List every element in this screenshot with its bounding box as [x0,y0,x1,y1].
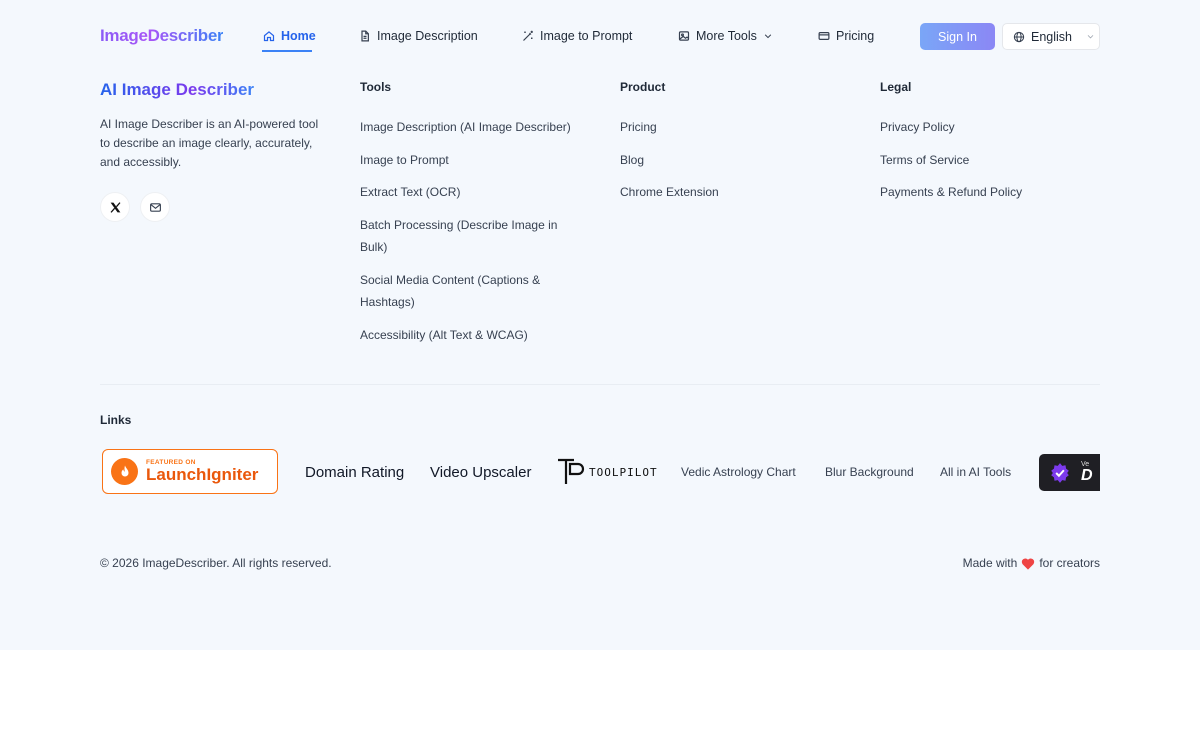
home-icon [263,31,275,42]
domain-rating-link[interactable]: Domain Rating [305,448,404,496]
x-logo-icon [110,201,120,213]
launchigniter-name: LaunchIgniter [146,465,259,484]
magic-wand-icon [523,30,533,41]
footer-link-privacy-policy[interactable]: Privacy Policy [880,116,1100,138]
made-with-suffix: for creators [1039,556,1100,570]
footer-link-image-description[interactable]: Image Description (AI Image Describer) [360,116,580,138]
vedic-astrology-link[interactable]: Vedic Astrology Chart [681,448,796,496]
document-icon [361,30,369,42]
image-icon [678,31,690,41]
copyright-text: © 2026 ImageDescriber. All rights reserv… [100,556,332,570]
nav-pricing[interactable]: Pricing [818,29,874,43]
language-selector[interactable]: English [1002,23,1100,50]
chevron-down-icon [1087,35,1094,39]
footer-link-accessibility[interactable]: Accessibility (Alt Text & WCAG) [360,324,580,346]
footer-link-blog[interactable]: Blog [620,149,840,171]
mail-icon [149,202,161,212]
credit-card-icon [818,32,830,40]
language-label: English [1031,29,1072,44]
top-navigation: ImageDescriber Home Image Description Im… [100,22,1100,52]
nav-image-description-label: Image Description [377,29,478,43]
nav-image-description[interactable]: Image Description [359,29,478,43]
nav-image-to-prompt[interactable]: Image to Prompt [522,29,632,43]
footer-divider [100,384,1100,385]
footer-link-refund-policy[interactable]: Payments & Refund Policy [880,181,1100,203]
toolpilot-link[interactable]: TOOLPILOT [557,458,658,486]
globe-icon [1013,31,1025,42]
footer-brand-title: AI Image Describer [100,80,255,99]
toolpilot-logo-icon [558,458,585,484]
flame-icon [111,458,138,485]
nav-image-to-prompt-label: Image to Prompt [540,29,633,43]
launchigniter-badge[interactable]: FEATURED ON LaunchIgniter [102,449,278,494]
made-with-prefix: Made with [962,556,1018,570]
toolpilot-text: TOOLPILOT [589,465,658,479]
nav-active-underline [262,50,312,52]
email-social-button[interactable] [140,192,170,222]
legal-column-title: Legal [880,80,912,94]
video-upscaler-link[interactable]: Video Upscaler [430,448,531,496]
links-section-title: Links [100,413,132,427]
chevron-down-icon [764,34,772,39]
dark-badge-big-text: D [1081,467,1093,484]
made-with-text: Made with for creators [963,556,1100,570]
footer-brand-description: AI Image Describer is an AI-powered tool… [100,117,319,169]
all-in-ai-tools-link[interactable]: All in AI Tools [940,448,1011,496]
footer-link-terms-of-service[interactable]: Terms of Service [880,149,1100,171]
nav-home-label: Home [281,29,316,43]
partner-links-strip: FEATURED ON LaunchIgniter Domain Rating … [100,448,1100,496]
tools-column-title: Tools [360,80,392,94]
footer-link-pricing[interactable]: Pricing [620,116,840,138]
x-social-button[interactable] [100,192,130,222]
nav-home[interactable]: Home [263,29,316,43]
footer-link-batch-processing[interactable]: Batch Processing (Describe Image in Bulk… [360,214,580,258]
footer-link-chrome-extension[interactable]: Chrome Extension [620,181,840,203]
dark-partner-badge[interactable]: Ve D [1039,454,1100,491]
footer-link-social-media[interactable]: Social Media Content (Captions & Hashtag… [360,269,580,313]
product-column-title: Product [620,80,666,94]
nav-more-tools[interactable]: More Tools [678,29,773,43]
nav-pricing-label: Pricing [836,29,875,43]
badge-gear-icon [1051,462,1069,483]
blur-background-link[interactable]: Blur Background [825,448,914,496]
heart-icon [1022,558,1035,570]
site-logo[interactable]: ImageDescriber [100,26,224,46]
footer-link-image-to-prompt[interactable]: Image to Prompt [360,149,580,171]
sign-in-button[interactable]: Sign In [920,23,995,50]
nav-more-tools-label: More Tools [696,29,757,43]
footer-link-extract-text[interactable]: Extract Text (OCR) [360,181,580,203]
